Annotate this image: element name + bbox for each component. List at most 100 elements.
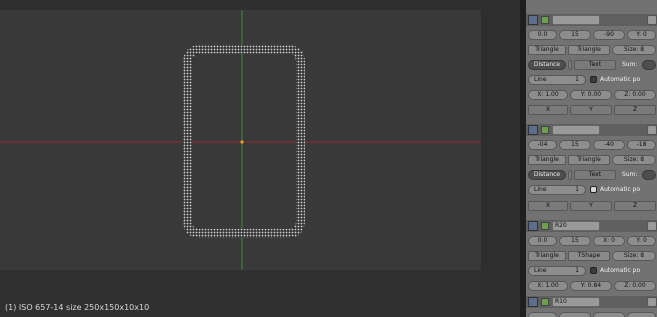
arrow-end-select[interactable]: TShape	[568, 251, 610, 261]
loc-field-3[interactable]	[593, 312, 625, 317]
size-field[interactable]: Size: 8	[612, 45, 656, 55]
arrow-end-select[interactable]: Triangle	[568, 155, 610, 165]
axes-row: X Y Z	[526, 200, 657, 212]
loc-field-4[interactable]: -18	[627, 140, 656, 150]
loc-field-2[interactable]: 15	[559, 140, 591, 150]
line-label: Line	[534, 76, 547, 83]
sum-label: Sum:	[622, 171, 638, 178]
line-row: Line 1 Automatic po	[526, 74, 657, 86]
automatic-label: Automatic po	[600, 76, 641, 83]
text-button[interactable]: Text	[574, 170, 616, 180]
coords-row: X: 1.00 Y: 0.00 Z: 0.00	[526, 89, 657, 101]
line-field[interactable]: Line 1	[528, 266, 586, 276]
size-field[interactable]: Size: 8	[612, 155, 656, 165]
mode-row: Distance Text Sum:	[526, 169, 657, 181]
arrow-type-row: Triangle Triangle Size: 8	[526, 44, 657, 56]
mode-separator	[568, 170, 572, 180]
viewport-status-text: (1) ISO 657-14 size 250x150x10x10	[5, 303, 150, 312]
coord-y-field[interactable]: Y: 0.84	[570, 281, 612, 291]
color-swatch[interactable]	[541, 298, 549, 306]
item-name-field[interactable]	[552, 15, 600, 25]
automatic-checkbox[interactable]	[590, 267, 597, 274]
axis-y-button[interactable]: Y	[570, 201, 612, 211]
close-icon[interactable]	[647, 125, 657, 135]
coord-y-field[interactable]: Y: 0.00	[570, 90, 612, 100]
loc-field-1[interactable]: -04	[528, 140, 557, 150]
line-row: Line 1 Automatic po	[526, 184, 657, 196]
loc-field-4[interactable]: Y: 0	[627, 236, 656, 246]
distance-mode-select[interactable]: Distance	[528, 170, 566, 180]
item-name-field[interactable]: R20	[552, 221, 600, 231]
coord-z-field[interactable]: Z: 0.00	[614, 90, 656, 100]
automatic-label: Automatic po	[600, 186, 641, 193]
loc-field-2[interactable]: 15	[559, 236, 591, 246]
visibility-icon[interactable]	[528, 15, 538, 25]
line-field[interactable]: Line 1	[528, 75, 586, 85]
close-icon[interactable]	[647, 297, 657, 307]
automatic-label: Automatic po	[600, 267, 641, 274]
color-swatch[interactable]	[541, 16, 549, 24]
coord-z-field[interactable]: Z: 0.00	[614, 281, 656, 291]
sum-select[interactable]	[642, 60, 656, 70]
measure-item-header[interactable]: R20	[526, 220, 657, 232]
measure-item-header[interactable]: R10	[526, 296, 657, 308]
loc-field-1[interactable]: 0.0	[528, 30, 557, 40]
sum-label: Sum:	[622, 61, 638, 68]
origin-point	[240, 140, 244, 144]
line-field[interactable]: Line 1	[528, 185, 586, 195]
axis-y-button[interactable]: Y	[570, 105, 612, 115]
location-row: 0.0 15 X: 0 Y: 0	[526, 235, 657, 247]
size-field[interactable]: Size: 8	[612, 251, 656, 261]
location-row	[526, 311, 657, 317]
axis-z-button[interactable]: Z	[614, 105, 656, 115]
color-swatch[interactable]	[541, 222, 549, 230]
axis-x-button[interactable]: X	[528, 105, 568, 115]
loc-field-1[interactable]: 0.0	[528, 236, 557, 246]
visibility-icon[interactable]	[528, 297, 538, 307]
close-icon[interactable]	[647, 221, 657, 231]
axis-x-button[interactable]: X	[528, 201, 568, 211]
sum-select[interactable]	[642, 170, 656, 180]
visibility-icon[interactable]	[528, 221, 538, 231]
arrow-type-row: Triangle Triangle Size: 8	[526, 154, 657, 166]
arrow-start-select[interactable]: Triangle	[528, 155, 566, 165]
close-icon[interactable]	[647, 15, 657, 25]
measure-item-header[interactable]	[526, 14, 657, 26]
line-label: Line	[534, 267, 547, 274]
arrow-end-select[interactable]: Triangle	[568, 45, 610, 55]
line-label: Line	[534, 186, 547, 193]
loc-field-2[interactable]: 15	[559, 30, 591, 40]
line-value: 1	[575, 76, 579, 83]
arrow-start-select[interactable]: Triangle	[528, 251, 566, 261]
automatic-checkbox[interactable]	[590, 76, 597, 83]
3d-viewport[interactable]: (1) ISO 657-14 size 250x150x10x10	[0, 0, 520, 317]
axes-row: X Y Z	[526, 104, 657, 116]
distance-mode-select[interactable]: Distance	[528, 60, 566, 70]
location-row: 0.0 15 -90 Y: 0	[526, 29, 657, 41]
loc-field-3[interactable]: -40	[593, 140, 625, 150]
text-button[interactable]: Text	[574, 60, 616, 70]
item-name-field[interactable]: R10	[552, 297, 600, 307]
loc-field-4[interactable]: Y: 0	[627, 30, 656, 40]
coord-x-field[interactable]: X: 1.00	[528, 90, 568, 100]
automatic-checkbox[interactable]	[590, 186, 597, 193]
loc-field-2[interactable]	[559, 312, 591, 317]
properties-panel[interactable]: 0.0 15 -90 Y: 0 Triangle Triangle Size: …	[526, 0, 657, 317]
line-value: 1	[575, 267, 579, 274]
coords-row: X: 1.00 Y: 0.84 Z: 0.00	[526, 280, 657, 292]
visibility-icon[interactable]	[528, 125, 538, 135]
coord-x-field[interactable]: X: 1.00	[528, 281, 568, 291]
item-name-field[interactable]	[552, 125, 600, 135]
loc-field-3[interactable]: -90	[593, 30, 625, 40]
loc-field-1[interactable]	[528, 312, 557, 317]
loc-field-3[interactable]: X: 0	[593, 236, 625, 246]
loc-field-4[interactable]	[627, 312, 656, 317]
measure-item-header[interactable]	[526, 124, 657, 136]
mode-row: Distance Text Sum:	[526, 59, 657, 71]
mode-separator	[568, 60, 572, 70]
color-swatch[interactable]	[541, 126, 549, 134]
arrow-start-select[interactable]: Triangle	[528, 45, 566, 55]
viewport-drawing	[0, 10, 481, 270]
arrow-type-row: Triangle TShape Size: 8	[526, 250, 657, 262]
axis-z-button[interactable]: Z	[614, 201, 656, 211]
